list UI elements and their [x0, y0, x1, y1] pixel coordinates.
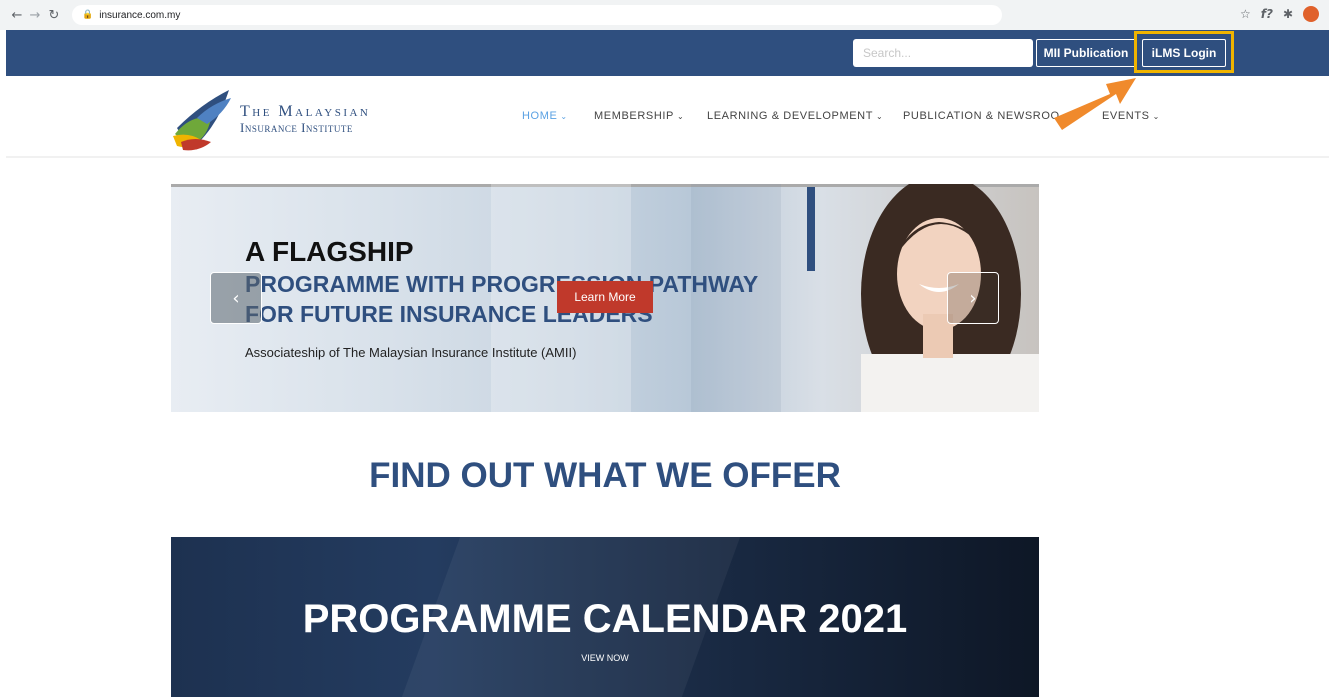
hero-slider: A FLAGSHIP PROGRAMME WITH PROGRESSION PA… — [171, 184, 1039, 412]
hero-subtitle: Associateship of The Malaysian Insurance… — [245, 345, 577, 360]
annotation-arrow-icon — [1054, 78, 1136, 130]
star-icon[interactable]: ☆ — [1240, 7, 1251, 21]
reload-icon[interactable]: ↻ — [45, 6, 63, 24]
nav-item-publication[interactable]: PUBLICATION & NEWSROO — [903, 110, 1060, 122]
profile-avatar[interactable] — [1303, 6, 1319, 22]
offer-heading: FIND OUT WHAT WE OFFER — [369, 456, 841, 495]
lock-icon: 🔒 — [82, 10, 94, 20]
extension-area: ☆ f? ✱ — [1240, 6, 1319, 22]
chevron-down-icon: ⌄ — [676, 112, 685, 121]
search-input[interactable] — [853, 39, 1033, 67]
learn-more-button[interactable]: Learn More — [557, 281, 653, 313]
nav-item-label: PUBLICATION & NEWSROO — [903, 110, 1060, 122]
hero-accent-bar — [807, 187, 815, 271]
chevron-down-icon: ⌄ — [876, 112, 884, 121]
nav-item-label: HOME — [522, 110, 558, 122]
hero-title-line2: PROGRAMME WITH PROGRESSION PATHWAY — [245, 271, 759, 297]
address-bar[interactable]: 🔒 insurance.com.my — [72, 5, 1002, 25]
nav-item-home[interactable]: HOME ⌄ — [522, 110, 568, 122]
nav-item-learning[interactable]: LEARNING & DEVELOPMENT ⌄ — [707, 110, 883, 122]
nav-item-membership[interactable]: MEMBERSHIP ⌄ — [594, 110, 684, 122]
browser-toolbar: ← → ↻ 🔒 insurance.com.my ☆ f? ✱ — [0, 0, 1329, 30]
forward-arrow-icon[interactable]: → — [26, 6, 44, 24]
nav-item-label: LEARNING & DEVELOPMENT — [707, 110, 874, 122]
back-arrow-icon[interactable]: ← — [8, 6, 26, 24]
hero-background-accent — [691, 184, 781, 412]
chevron-right-icon[interactable]: › — [947, 272, 999, 324]
chevron-left-icon[interactable]: ‹ — [210, 272, 262, 324]
nav-divider — [6, 156, 1329, 158]
ilms-highlight-box — [1134, 31, 1234, 73]
puzzle-icon[interactable]: ✱ — [1283, 7, 1293, 21]
calendar-title: PROGRAMME CALENDAR 2021 — [302, 597, 908, 641]
mii-publication-button[interactable]: MII Publication — [1036, 39, 1136, 67]
chevron-down-icon: ⌄ — [560, 112, 568, 121]
logo-subtitle: Insurance Institute — [240, 120, 353, 135]
view-now-link[interactable]: VIEW NOW — [171, 653, 1039, 663]
programme-calendar-banner[interactable]: PROGRAMME CALENDAR 2021 VIEW NOW — [171, 537, 1039, 697]
chevron-down-icon: ⌄ — [1152, 112, 1160, 121]
mii-logo-icon[interactable] — [171, 84, 237, 152]
logo-title: The Malaysian — [240, 103, 371, 120]
nav-item-label: MEMBERSHIP — [594, 110, 674, 122]
extension-fx-icon[interactable]: f? — [1261, 7, 1273, 21]
hero-title-line1: A FLAGSHIP — [245, 236, 414, 267]
url-text: insurance.com.my — [99, 9, 181, 21]
hero-woman-image — [861, 184, 1039, 412]
